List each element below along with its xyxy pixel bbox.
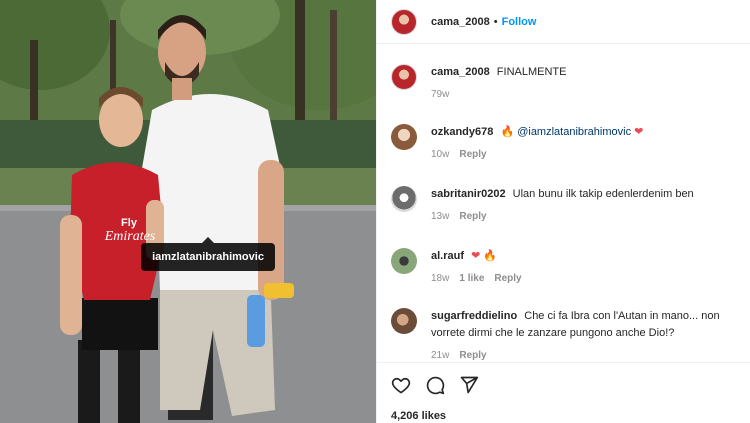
comment-time[interactable]: 13w: [431, 211, 449, 222]
fire-emoji-icon: 🔥: [483, 250, 498, 262]
comments-list[interactable]: cama_2008 FINALMENTE 79w ozkandy678 🔥 @i…: [377, 44, 750, 362]
post-side-panel: cama_2008 • Follow cama_2008 FINALMENTE …: [376, 0, 750, 423]
caption-text: FINALMENTE: [496, 66, 567, 78]
comment-likes[interactable]: 1 like: [459, 273, 484, 284]
comment-username[interactable]: sabritanir0202: [431, 188, 506, 200]
caption-time[interactable]: 79w: [431, 89, 449, 100]
commenter-avatar[interactable]: [391, 186, 417, 212]
comment-time[interactable]: 10w: [431, 149, 449, 160]
comment-time[interactable]: 18w: [431, 273, 449, 284]
owner-avatar[interactable]: [391, 8, 417, 35]
reply-button[interactable]: Reply: [459, 350, 486, 361]
post-header: cama_2008 • Follow: [377, 0, 750, 44]
comment-time[interactable]: 21w: [431, 350, 449, 361]
comment-icon[interactable]: [425, 375, 445, 395]
comment-item: ozkandy678 🔥 @iamzlatanibrahimovic ❤ 10w…: [391, 124, 736, 160]
red-heart-emoji-icon: ❤: [471, 250, 481, 262]
red-heart-emoji-icon: ❤: [634, 126, 644, 138]
comment-item: al.rauf ❤ 🔥 18w 1 like Reply: [391, 248, 736, 284]
comment-mention[interactable]: @iamzlatanibrahimovic: [517, 126, 631, 138]
reply-button[interactable]: Reply: [459, 149, 486, 160]
user-tag-label[interactable]: iamzlatanibrahimovic: [141, 237, 275, 271]
reply-button[interactable]: Reply: [459, 211, 486, 222]
post-actions: 4,206 likes: [377, 362, 750, 423]
comment-username[interactable]: al.rauf: [431, 250, 464, 262]
caption-avatar[interactable]: [391, 64, 417, 90]
follow-button[interactable]: Follow: [502, 16, 537, 28]
comment-item: sabritanir0202 Ulan bunu ilk takip edenl…: [391, 186, 736, 222]
photo-illustration: Fly Emirates: [0, 0, 376, 423]
caption-username[interactable]: cama_2008: [431, 66, 490, 78]
comment-text: Ulan bunu ilk takip edenlerdenim ben: [512, 188, 694, 200]
comment-username[interactable]: ozkandy678: [431, 126, 493, 138]
post-photo[interactable]: Fly Emirates iamzlatanibrahimovic: [0, 0, 376, 423]
shirt-emirates-text: Emirates: [104, 229, 156, 244]
shirt-fly-text: Fly: [121, 217, 138, 229]
share-paper-plane-icon[interactable]: [459, 375, 479, 395]
reply-button[interactable]: Reply: [494, 273, 521, 284]
fire-emoji-icon: 🔥: [500, 126, 515, 138]
like-heart-icon[interactable]: [391, 375, 411, 395]
commenter-avatar[interactable]: [391, 124, 417, 150]
commenter-avatar[interactable]: [391, 248, 417, 274]
commenter-avatar[interactable]: [391, 308, 417, 334]
separator-dot: •: [493, 15, 498, 28]
comment-username[interactable]: sugarfreddielino: [431, 310, 517, 322]
comment-item: sugarfreddielino Che ci fa Ibra con l'Au…: [391, 308, 736, 361]
likes-count[interactable]: 4,206 likes: [391, 410, 736, 422]
instagram-post: Fly Emirates iamzlatanibrahimovic cama_2…: [0, 0, 750, 423]
caption: cama_2008 FINALMENTE 79w: [391, 64, 736, 100]
owner-username[interactable]: cama_2008: [431, 16, 490, 28]
